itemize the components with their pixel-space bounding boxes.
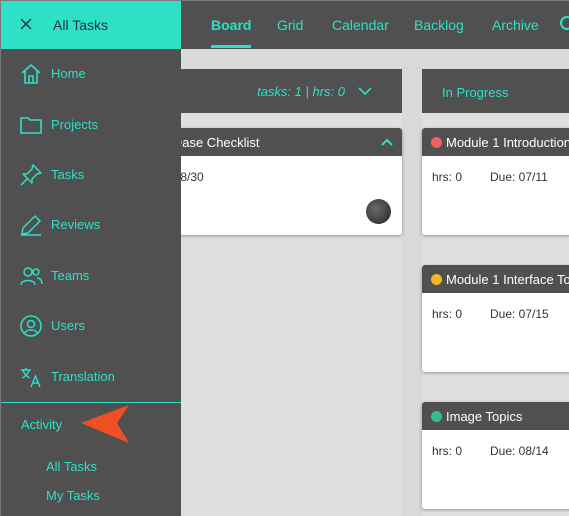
task-card[interactable]: ease Checklist : 08/30: [161, 128, 402, 235]
card-header: Image Topics: [422, 402, 569, 430]
card-due-date: Due: 08/14: [490, 444, 549, 458]
sidebar-item-projects[interactable]: Projects: [1, 105, 181, 145]
task-card[interactable]: Module 1 Introduction hrs: 0 Due: 07/11: [422, 128, 569, 235]
card-header: ease Checklist: [161, 128, 402, 156]
card-hours: hrs: 0: [432, 444, 463, 458]
status-dot-icon: [431, 411, 442, 422]
search-icon[interactable]: [559, 15, 569, 38]
chevron-up-icon[interactable]: [381, 136, 393, 151]
sidebar-item-my-tasks[interactable]: My Tasks: [46, 488, 100, 503]
card-hours: hrs: 0: [432, 307, 463, 321]
card-title: ease Checklist: [175, 135, 260, 150]
tab-calendar[interactable]: Calendar: [332, 17, 389, 33]
status-dot-icon: [431, 274, 442, 285]
tab-backlog[interactable]: Backlog: [414, 17, 464, 33]
sidebar-item-label: Home: [51, 66, 86, 81]
sidebar-item-label: Reviews: [51, 217, 101, 232]
people-icon: [19, 264, 43, 293]
translate-icon: [19, 365, 43, 394]
card-due-date: Due: 07/15: [490, 307, 549, 321]
pin-icon: [19, 163, 43, 192]
sidebar-item-label: Translation: [51, 369, 115, 384]
tab-board[interactable]: Board: [211, 17, 252, 48]
card-hours: hrs: 0: [432, 170, 463, 184]
sidebar-item-reviews[interactable]: Reviews: [1, 205, 181, 245]
sidebar-item-label: Tasks: [51, 167, 85, 182]
sidebar-header: All Tasks: [1, 1, 181, 49]
pointer-arrow-icon: [79, 403, 131, 450]
card-header: Module 1 Interface To: [422, 265, 569, 293]
sidebar-item-label: Users: [51, 318, 85, 333]
card-due-date: Due: 07/11: [490, 170, 548, 184]
sidebar-item-label: Teams: [51, 268, 90, 283]
task-card[interactable]: Image Topics hrs: 0 Due: 08/14: [422, 402, 569, 509]
tab-grid[interactable]: Grid: [277, 17, 303, 33]
card-title: Module 1 Interface To: [446, 272, 569, 287]
sidebar-item-all-tasks[interactable]: All Tasks: [46, 459, 97, 474]
sidebar-item-label: Projects: [51, 117, 98, 132]
activity-section-label[interactable]: Activity: [21, 417, 62, 432]
sidebar-item-tasks[interactable]: Tasks: [1, 155, 181, 195]
sidebar-item-users[interactable]: Users: [1, 306, 181, 346]
task-card[interactable]: Module 1 Interface To hrs: 0 Due: 07/15: [422, 265, 569, 372]
chevron-down-icon[interactable]: [358, 84, 372, 99]
sidebar-title: All Tasks: [53, 17, 108, 33]
close-icon[interactable]: [19, 17, 33, 36]
column-header: tasks: 1 | hrs: 0: [181, 69, 402, 113]
user-circle-icon: [19, 314, 43, 343]
card-header: Module 1 Introduction: [422, 128, 569, 156]
card-title: Image Topics: [446, 409, 523, 424]
home-icon: [19, 62, 43, 91]
pen-icon: [19, 213, 43, 242]
tab-archive[interactable]: Archive: [492, 17, 539, 33]
sidebar-item-teams[interactable]: Teams: [1, 256, 181, 296]
status-dot-icon: [431, 137, 442, 148]
column-title: In Progress: [442, 85, 509, 100]
sidebar-item-translation[interactable]: Translation: [1, 357, 181, 397]
column-header-in-progress: In Progress: [422, 69, 569, 113]
avatar[interactable]: [366, 199, 391, 224]
card-title: Module 1 Introduction: [446, 135, 569, 150]
sidebar-item-home[interactable]: Home: [1, 54, 181, 94]
column-stats: tasks: 1 | hrs: 0: [257, 84, 345, 99]
folder-icon: [19, 113, 43, 142]
